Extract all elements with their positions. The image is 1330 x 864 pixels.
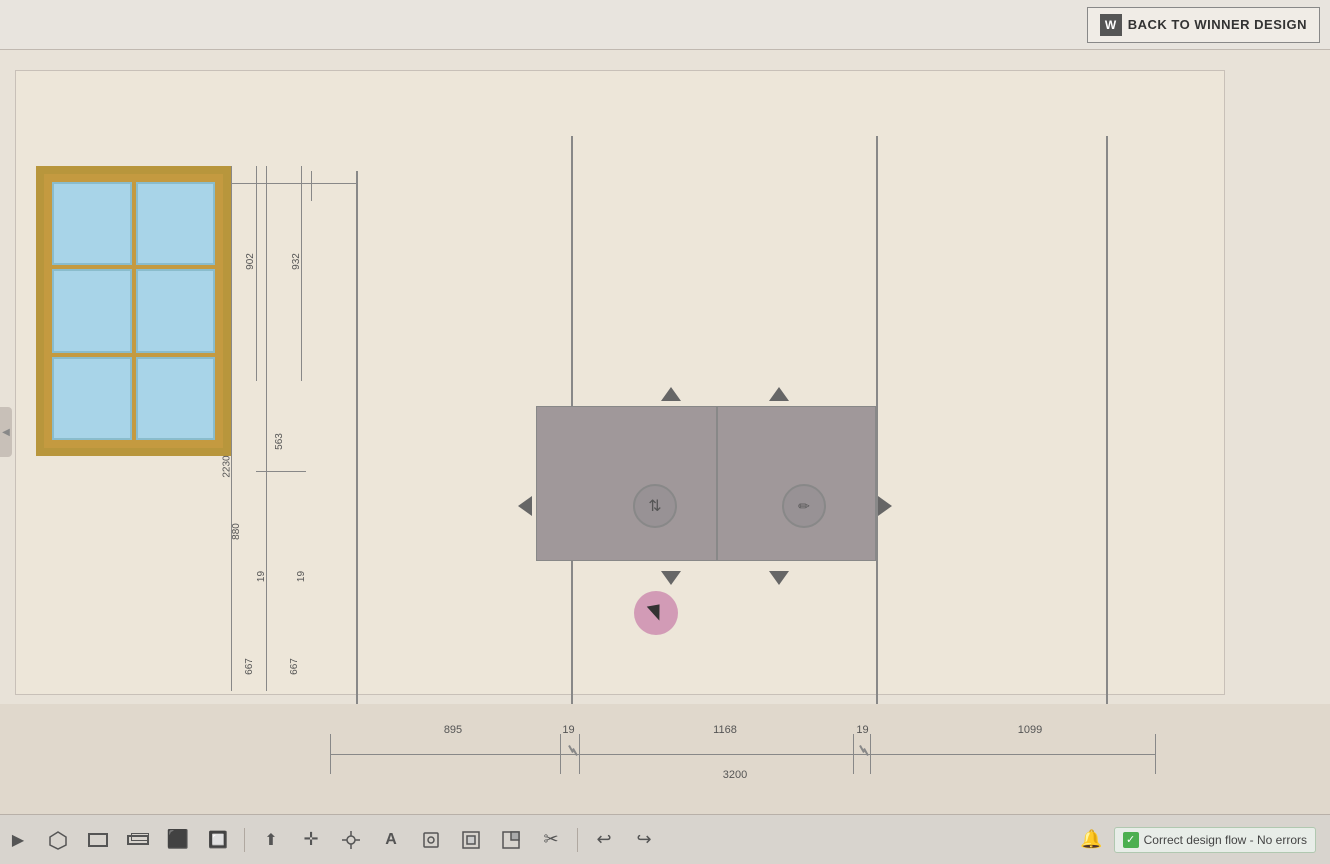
meas-label-895: 895 bbox=[413, 724, 493, 736]
canvas-area: ◀ bbox=[0, 50, 1330, 814]
toolbar-sep-2 bbox=[577, 828, 578, 852]
dim-label-563: 563 bbox=[274, 433, 285, 450]
sq-point-icon bbox=[461, 830, 481, 850]
toolbar-sep-1 bbox=[244, 828, 245, 852]
handle-top-1[interactable] bbox=[661, 387, 681, 401]
design-canvas[interactable]: 902 932 563 19 19 667 667 880 2230 bbox=[15, 70, 1225, 695]
status-text: Correct design flow - No errors bbox=[1144, 833, 1307, 847]
dim-v-line-932 bbox=[301, 166, 302, 381]
tool-sq-point-button[interactable] bbox=[453, 822, 489, 858]
cursor-cross-icon bbox=[341, 830, 361, 850]
selected-element[interactable] bbox=[536, 406, 876, 561]
tool-sq-corner-button[interactable] bbox=[493, 822, 529, 858]
tool-box3d-button[interactable]: ⬛ bbox=[160, 822, 196, 858]
dim-label-667b: 667 bbox=[289, 658, 300, 675]
tool-move-up-button[interactable]: ⬆ bbox=[253, 822, 289, 858]
back-to-winner-design-button[interactable]: W BACK TO WINNER DESIGN bbox=[1087, 7, 1320, 43]
handle-bottom-1[interactable] bbox=[661, 571, 681, 585]
window-pane-2 bbox=[136, 182, 216, 265]
tool-redo-button[interactable]: ↪ bbox=[626, 822, 662, 858]
meas-seg-1 bbox=[330, 754, 560, 755]
tool-cursor-cross-button[interactable] bbox=[333, 822, 369, 858]
rect-icon bbox=[88, 833, 108, 847]
dim-v-line-left bbox=[231, 166, 232, 691]
tool-crop-button[interactable] bbox=[413, 822, 449, 858]
dim-label-902: 902 bbox=[245, 253, 256, 270]
meas-label-3200: 3200 bbox=[680, 769, 790, 781]
play-icon: ▶ bbox=[12, 830, 24, 850]
dim-label-667a: 667 bbox=[244, 658, 255, 675]
separator-line-4 bbox=[1106, 136, 1108, 756]
dim-tick-top-4 bbox=[356, 171, 357, 201]
dim-v-line-902 bbox=[256, 166, 257, 381]
tool-box-solid-button[interactable]: 🔲 bbox=[200, 822, 236, 858]
move-all-icon: ✛ bbox=[303, 829, 318, 850]
3d-icon bbox=[48, 830, 68, 850]
dim-label-932: 932 bbox=[291, 253, 302, 270]
dim-h-563 bbox=[256, 471, 306, 472]
redo-icon: ↪ bbox=[636, 829, 651, 850]
tool-text-button[interactable]: A bbox=[373, 822, 409, 858]
toolbar: ▶ ⬛ 🔲 ⬆ ✛ bbox=[0, 814, 1330, 864]
dim-line-top-h bbox=[231, 183, 356, 184]
cursor-indicator bbox=[634, 591, 678, 635]
handle-top-2[interactable] bbox=[769, 387, 789, 401]
meas-tick-end bbox=[1155, 734, 1156, 774]
top-bar: W BACK TO WINNER DESIGN bbox=[0, 0, 1330, 50]
window-pane-4 bbox=[136, 269, 216, 352]
tool-play-button[interactable]: ▶ bbox=[0, 822, 36, 858]
dim-v-line-left2 bbox=[266, 166, 267, 691]
undo-icon: ↩ bbox=[596, 829, 611, 850]
tool-undo-button[interactable]: ↩ bbox=[586, 822, 622, 858]
crop-icon bbox=[421, 830, 441, 850]
separator-line-3 bbox=[876, 136, 878, 756]
handle-bottom-2[interactable] bbox=[769, 571, 789, 585]
meas-seg-1168 bbox=[579, 754, 854, 755]
box3d-icon: ⬛ bbox=[167, 829, 189, 850]
notification-bell-button[interactable]: 🔔 bbox=[1074, 822, 1110, 858]
cut-icon: ✂ bbox=[543, 829, 558, 850]
action-edit-button[interactable]: ✏ bbox=[782, 484, 826, 528]
action-move-button[interactable]: ⇅ bbox=[633, 484, 677, 528]
status-check-icon: ✓ bbox=[1123, 832, 1139, 848]
dim-label-880: 880 bbox=[231, 523, 242, 540]
tool-rect-alt-button[interactable] bbox=[120, 822, 156, 858]
left-panel-toggle[interactable]: ◀ bbox=[0, 407, 12, 457]
selected-element-divider bbox=[716, 406, 718, 561]
window-pane-3 bbox=[52, 269, 132, 352]
rect-alt-icon bbox=[127, 835, 149, 845]
move-up-icon: ⬆ bbox=[264, 830, 277, 850]
tool-3d-button[interactable] bbox=[40, 822, 76, 858]
sq-corner-icon bbox=[501, 830, 521, 850]
handle-right[interactable] bbox=[878, 496, 892, 516]
separator-line-1 bbox=[356, 171, 358, 756]
box-solid-icon: 🔲 bbox=[208, 830, 228, 850]
meas-label-19a: 19 bbox=[556, 724, 581, 736]
back-button-label: BACK TO WINNER DESIGN bbox=[1128, 17, 1307, 32]
dim-tick-top-3 bbox=[311, 171, 312, 201]
meas-label-19b: 19 bbox=[850, 724, 875, 736]
tool-move-all-button[interactable]: ✛ bbox=[293, 822, 329, 858]
window-pane-6 bbox=[136, 357, 216, 440]
bell-icon: 🔔 bbox=[1080, 829, 1102, 850]
dim-label-19b: 19 bbox=[296, 571, 307, 582]
window-element bbox=[36, 166, 246, 471]
window-frame bbox=[36, 166, 231, 456]
window-pane-1 bbox=[52, 182, 132, 265]
meas-label-1168: 1168 bbox=[680, 724, 770, 736]
handle-left[interactable] bbox=[518, 496, 532, 516]
status-badge: ✓ Correct design flow - No errors bbox=[1114, 827, 1316, 853]
text-icon: A bbox=[385, 831, 397, 849]
meas-label-1099: 1099 bbox=[985, 724, 1075, 736]
tool-rect-button[interactable] bbox=[80, 822, 116, 858]
cursor-icon bbox=[646, 604, 662, 622]
tool-cut-button[interactable]: ✂ bbox=[533, 822, 569, 858]
w-icon: W bbox=[1100, 14, 1122, 36]
window-pane-5 bbox=[52, 357, 132, 440]
meas-seg-1099 bbox=[870, 754, 1155, 755]
measurement-area: 895 19 1168 19 1099 3200 bbox=[0, 704, 1330, 814]
window-glass bbox=[52, 182, 215, 440]
